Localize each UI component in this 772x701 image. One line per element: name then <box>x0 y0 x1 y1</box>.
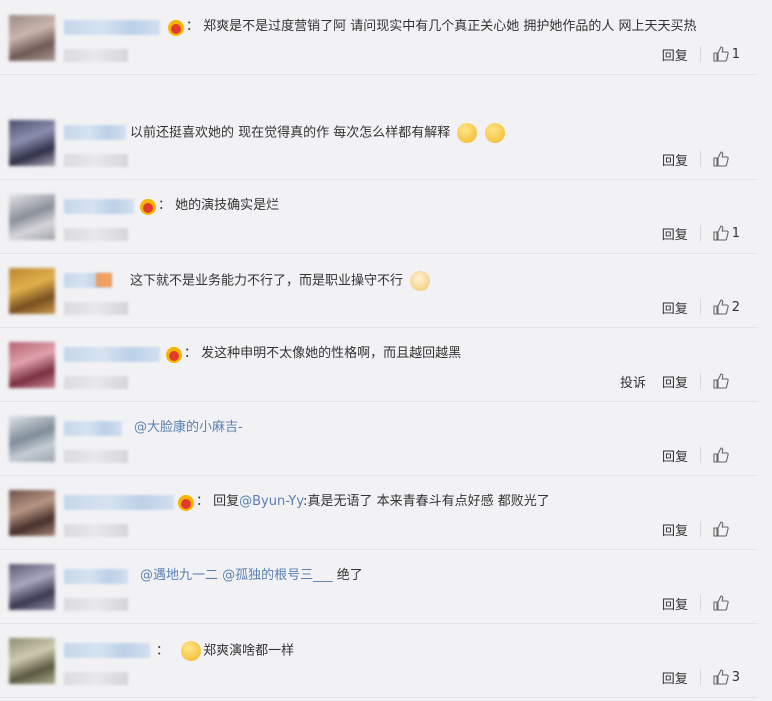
thumbs-up-icon <box>713 46 729 62</box>
comment-actions: 回复 <box>646 149 740 169</box>
emoji-laugh-cry-icon <box>181 641 202 661</box>
username[interactable] <box>64 421 122 436</box>
avatar[interactable] <box>9 564 55 610</box>
username[interactable] <box>64 199 134 214</box>
comment-text: @遇地九一二 @孤独的根号三___ 绝了 <box>140 568 363 583</box>
username[interactable] <box>64 347 160 362</box>
comment-text: 这下就不是业务能力不行了，而是职业操守不行 <box>130 271 431 291</box>
like-button[interactable]: 2 <box>699 299 740 315</box>
comment-text: ： 郑爽演啥都一样 <box>156 641 294 661</box>
comment-text: ： 发这种申明不太像她的性格啊，而且越回越黑 <box>184 346 462 361</box>
timestamp <box>64 302 128 315</box>
like-button[interactable] <box>700 595 740 611</box>
comment-actions: 回复 <box>646 519 740 539</box>
user-mention-link[interactable]: @遇地九一二 @孤独的根号三___ <box>140 568 333 583</box>
comment-actions: 回复 2 <box>646 297 740 317</box>
username[interactable] <box>64 20 160 35</box>
crown-badge-icon <box>166 347 182 363</box>
user-mention-link[interactable]: @大脸康的小麻吉- <box>134 420 243 435</box>
comment-item: ： 郑爽是不是过度营销了阿 请问现实中有几个真正关心她 拥护她作品的人 网上天天… <box>0 0 758 75</box>
thumbs-up-icon <box>713 299 729 315</box>
comment-item: ： 回复@Byun-Yy:真是无语了 本来青春斗有点好感 都败光了 回复 <box>0 475 758 550</box>
like-count: 2 <box>731 299 740 315</box>
username[interactable] <box>64 569 128 584</box>
like-count: 1 <box>731 225 740 241</box>
comment-text: @大脸康的小麻吉- <box>134 419 243 437</box>
avatar[interactable] <box>9 416 55 462</box>
comment-text: 以前还挺喜欢她的 现在觉得真的作 每次怎么样都有解释 <box>130 123 505 143</box>
comment-list: ： 郑爽是不是过度营销了阿 请问现实中有几个真正关心她 拥护她作品的人 网上天天… <box>0 0 772 701</box>
emoji-doge-icon <box>410 271 431 291</box>
emoji-smirk-icon <box>457 123 478 143</box>
thumbs-up-icon <box>713 151 729 167</box>
like-button[interactable]: 1 <box>699 225 740 241</box>
thumbs-up-icon <box>713 447 729 463</box>
thumbs-up-icon <box>713 669 729 685</box>
timestamp <box>64 450 128 463</box>
comment-text: ： 回复@Byun-Yy:真是无语了 本来青春斗有点好感 都败光了 <box>196 494 550 509</box>
emoji-shush-icon <box>484 123 505 143</box>
reply-button[interactable]: 回复 <box>662 45 688 64</box>
like-button[interactable] <box>700 521 740 537</box>
like-button[interactable]: 1 <box>699 46 740 62</box>
timestamp <box>64 154 128 167</box>
comment-actions: 回复 3 <box>646 667 740 687</box>
like-button[interactable] <box>700 151 740 167</box>
comment-actions: 回复 <box>646 593 740 613</box>
timestamp <box>64 672 128 685</box>
reply-button[interactable]: 回复 <box>662 668 688 687</box>
comment-item: @遇地九一二 @孤独的根号三___ 绝了 回复 <box>0 549 758 624</box>
reply-button[interactable]: 回复 <box>662 298 688 317</box>
avatar[interactable] <box>9 638 55 684</box>
comment-item: ： 她的演技确实是烂 回复 1 <box>0 179 758 254</box>
comment-text: ： 郑爽是不是过度营销了阿 请问现实中有几个真正关心她 拥护她作品的人 网上天天… <box>186 19 697 34</box>
user-badge <box>96 273 112 287</box>
like-count: 1 <box>731 46 740 62</box>
avatar[interactable] <box>9 120 55 166</box>
thumbs-up-icon <box>713 373 729 389</box>
thumbs-up-icon <box>713 225 729 241</box>
avatar[interactable] <box>9 490 55 536</box>
timestamp <box>64 228 128 241</box>
avatar[interactable] <box>9 15 55 61</box>
comment-item: 以前还挺喜欢她的 现在觉得真的作 每次怎么样都有解释 回复 <box>0 105 758 180</box>
avatar[interactable] <box>9 342 55 388</box>
crown-badge-icon <box>140 199 156 215</box>
comment-item: @大脸康的小麻吉- 回复 <box>0 401 758 476</box>
comment-actions: 回复 1 <box>646 223 740 243</box>
crown-badge-icon <box>168 20 184 36</box>
like-button[interactable] <box>700 373 740 389</box>
timestamp <box>64 376 128 389</box>
comment-actions: 回复 1 <box>646 44 740 64</box>
like-button[interactable] <box>700 447 740 463</box>
timestamp <box>64 49 128 62</box>
like-button[interactable]: 3 <box>699 669 740 685</box>
timestamp <box>64 524 128 537</box>
reply-button[interactable]: 回复 <box>662 372 688 391</box>
comment-actions: 回复 <box>646 445 740 465</box>
comment-item: ： 发这种申明不太像她的性格啊，而且越回越黑 投诉 回复 <box>0 327 758 402</box>
thumbs-up-icon <box>713 521 729 537</box>
username[interactable] <box>64 125 126 140</box>
timestamp <box>64 598 128 611</box>
username[interactable] <box>64 643 150 658</box>
like-count: 3 <box>731 669 740 685</box>
user-mention-link[interactable]: @Byun-Yy <box>239 494 303 509</box>
reply-button[interactable]: 回复 <box>662 150 688 169</box>
avatar[interactable] <box>9 268 55 314</box>
reply-button[interactable]: 回复 <box>662 594 688 613</box>
comment-text: ： 她的演技确实是烂 <box>158 198 280 213</box>
comment-item: ： 郑爽演啥都一样 回复 3 <box>0 623 758 698</box>
reply-button[interactable]: 回复 <box>662 520 688 539</box>
avatar[interactable] <box>9 194 55 240</box>
comment-actions: 投诉 回复 <box>604 371 740 391</box>
reply-button[interactable]: 回复 <box>662 224 688 243</box>
thumbs-up-icon <box>713 595 729 611</box>
comment-item: 这下就不是业务能力不行了，而是职业操守不行 回复 2 <box>0 253 758 328</box>
reply-button[interactable]: 回复 <box>662 446 688 465</box>
username[interactable] <box>64 495 174 510</box>
crown-badge-icon <box>178 495 194 511</box>
report-button[interactable]: 投诉 <box>620 372 646 391</box>
